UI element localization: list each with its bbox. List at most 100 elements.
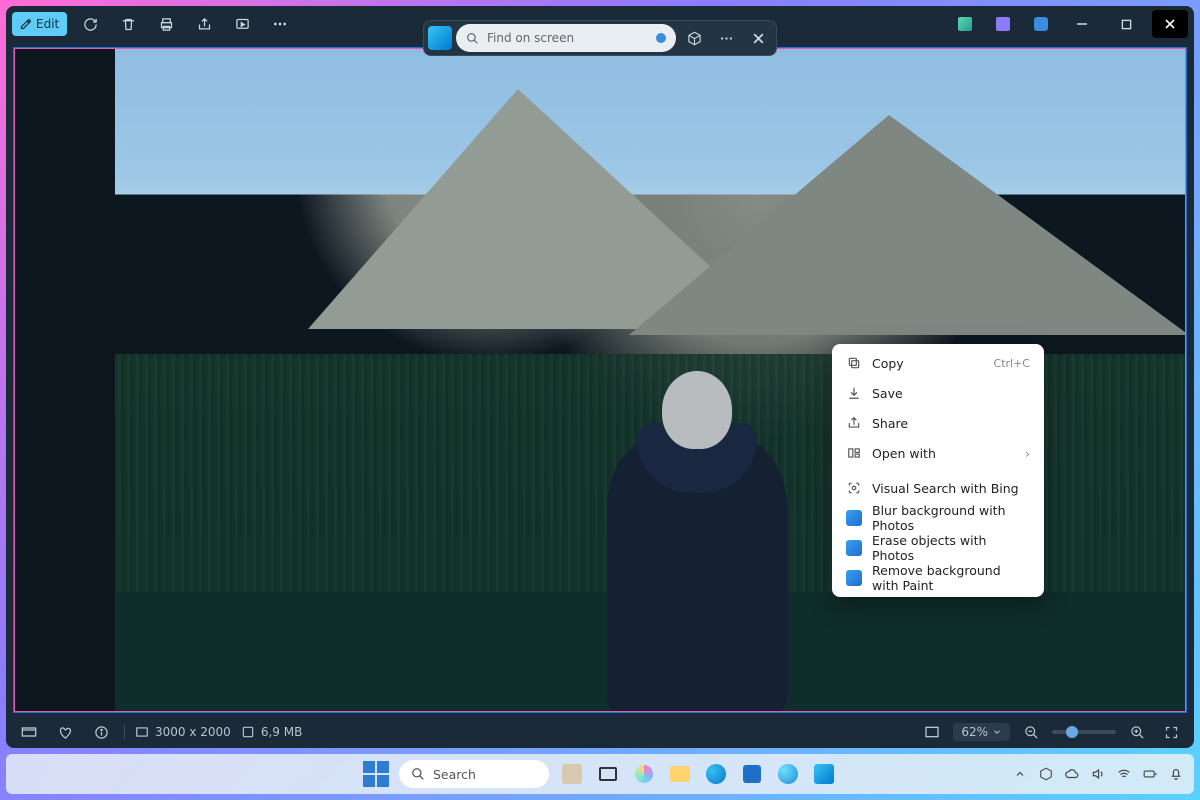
tray-icon[interactable]: [1038, 766, 1054, 782]
taskbar-photos[interactable]: [811, 761, 837, 787]
edit-button[interactable]: Edit: [12, 12, 67, 36]
ctx-label: Visual Search with Bing: [872, 481, 1030, 496]
share-icon: [846, 415, 862, 431]
image-filesize: 6,9 MB: [241, 725, 302, 739]
ctx-remove-background[interactable]: Remove background with Paint: [836, 563, 1040, 593]
more-horizontal-icon: [719, 31, 734, 46]
find-more-button[interactable]: [712, 24, 740, 52]
cube-icon: [1039, 767, 1053, 781]
app-shortcut-1[interactable]: [950, 10, 980, 38]
window-minimize-button[interactable]: [1064, 10, 1100, 38]
photos-app-icon: [846, 540, 862, 556]
tray-onedrive[interactable]: [1064, 766, 1080, 782]
search-icon: [466, 32, 479, 45]
ctx-blur-background[interactable]: Blur background with Photos: [836, 503, 1040, 533]
find-cube-button[interactable]: [680, 24, 708, 52]
lens-icon: [846, 480, 862, 496]
folder-icon: [670, 766, 690, 782]
storage-icon: [241, 725, 255, 739]
fit-screen-button[interactable]: [919, 720, 945, 744]
person-silhouette: [607, 371, 787, 711]
zoom-in-button[interactable]: [1124, 720, 1150, 744]
filesize-value: 6,9 MB: [261, 725, 302, 739]
app-icon: [958, 17, 972, 31]
ctx-separator: [836, 470, 1040, 471]
ctx-label: Save: [872, 386, 1030, 401]
fit-icon: [924, 724, 940, 740]
trash-icon: [121, 17, 136, 32]
taskbar-edge[interactable]: [703, 761, 729, 787]
print-icon: [159, 17, 174, 32]
photos-app-icon: [846, 510, 862, 526]
context-menu: Copy Ctrl+C Save Share Open with › Visua…: [832, 344, 1044, 597]
filmstrip-icon: [21, 724, 37, 740]
find-on-screen-input[interactable]: Find on screen: [456, 24, 676, 52]
ctx-share[interactable]: Share: [836, 408, 1040, 438]
zoom-value: 62%: [961, 725, 988, 739]
app-shortcut-2[interactable]: [988, 10, 1018, 38]
maximize-icon: [1121, 19, 1132, 30]
taskbar-copilot[interactable]: [631, 761, 657, 787]
cube-icon: [687, 31, 702, 46]
filmstrip-button[interactable]: [16, 720, 42, 744]
rotate-button[interactable]: [75, 10, 105, 38]
print-button[interactable]: [151, 10, 181, 38]
taskbar-app[interactable]: [775, 761, 801, 787]
tray-battery[interactable]: [1142, 766, 1158, 782]
zoom-slider[interactable]: [1052, 730, 1116, 734]
slideshow-icon: [235, 17, 250, 32]
window-maximize-button[interactable]: [1108, 10, 1144, 38]
ctx-open-with[interactable]: Open with ›: [836, 438, 1040, 468]
dimensions-icon: [135, 725, 149, 739]
close-icon: [752, 32, 765, 45]
zoom-out-button[interactable]: [1018, 720, 1044, 744]
more-button[interactable]: [265, 10, 295, 38]
store-icon: [743, 765, 761, 783]
ctx-visual-search[interactable]: Visual Search with Bing: [836, 473, 1040, 503]
ctx-copy[interactable]: Copy Ctrl+C: [836, 348, 1040, 378]
fullscreen-icon: [1164, 725, 1179, 740]
cloud-icon: [1065, 767, 1079, 781]
tray-expand-button[interactable]: [1012, 766, 1028, 782]
tray-volume[interactable]: [1090, 766, 1106, 782]
zoom-dropdown[interactable]: 62%: [953, 723, 1010, 741]
ctx-accel: Ctrl+C: [994, 357, 1030, 370]
mic-icon[interactable]: [656, 33, 666, 43]
slideshow-button[interactable]: [227, 10, 257, 38]
taskbar-store[interactable]: [739, 761, 765, 787]
find-close-button[interactable]: [744, 24, 772, 52]
close-icon: [1164, 18, 1176, 30]
app-icon: [778, 764, 798, 784]
zoom-slider-thumb[interactable]: [1066, 726, 1078, 738]
tray-notifications[interactable]: [1168, 766, 1184, 782]
app-icon: [1034, 17, 1048, 31]
taskbar-app[interactable]: [559, 761, 585, 787]
ctx-label: Erase objects with Photos: [872, 533, 1030, 563]
copy-icon: [846, 355, 862, 371]
fullscreen-button[interactable]: [1158, 720, 1184, 744]
edit-icon: [20, 18, 32, 30]
window-close-button[interactable]: [1152, 10, 1188, 38]
more-horizontal-icon: [272, 16, 288, 32]
mountain-peak: [629, 115, 1186, 335]
app-icon: [996, 17, 1010, 31]
delete-button[interactable]: [113, 10, 143, 38]
divider: [124, 724, 125, 740]
chevron-down-icon: [992, 727, 1002, 737]
info-button[interactable]: [88, 720, 114, 744]
taskbar-taskview[interactable]: [595, 761, 621, 787]
taskbar-search-placeholder: Search: [433, 767, 476, 782]
tray-network[interactable]: [1116, 766, 1132, 782]
photos-icon: [814, 764, 834, 784]
find-on-screen-placeholder: Find on screen: [487, 31, 574, 45]
ctx-erase-objects[interactable]: Erase objects with Photos: [836, 533, 1040, 563]
info-icon: [94, 725, 109, 740]
taskbar-search[interactable]: Search: [399, 760, 549, 788]
share-button[interactable]: [189, 10, 219, 38]
copilot-icon: [635, 765, 653, 783]
app-shortcut-3[interactable]: [1026, 10, 1056, 38]
taskbar-explorer[interactable]: [667, 761, 693, 787]
favorite-button[interactable]: [52, 720, 78, 744]
ctx-save[interactable]: Save: [836, 378, 1040, 408]
start-button[interactable]: [363, 761, 389, 787]
